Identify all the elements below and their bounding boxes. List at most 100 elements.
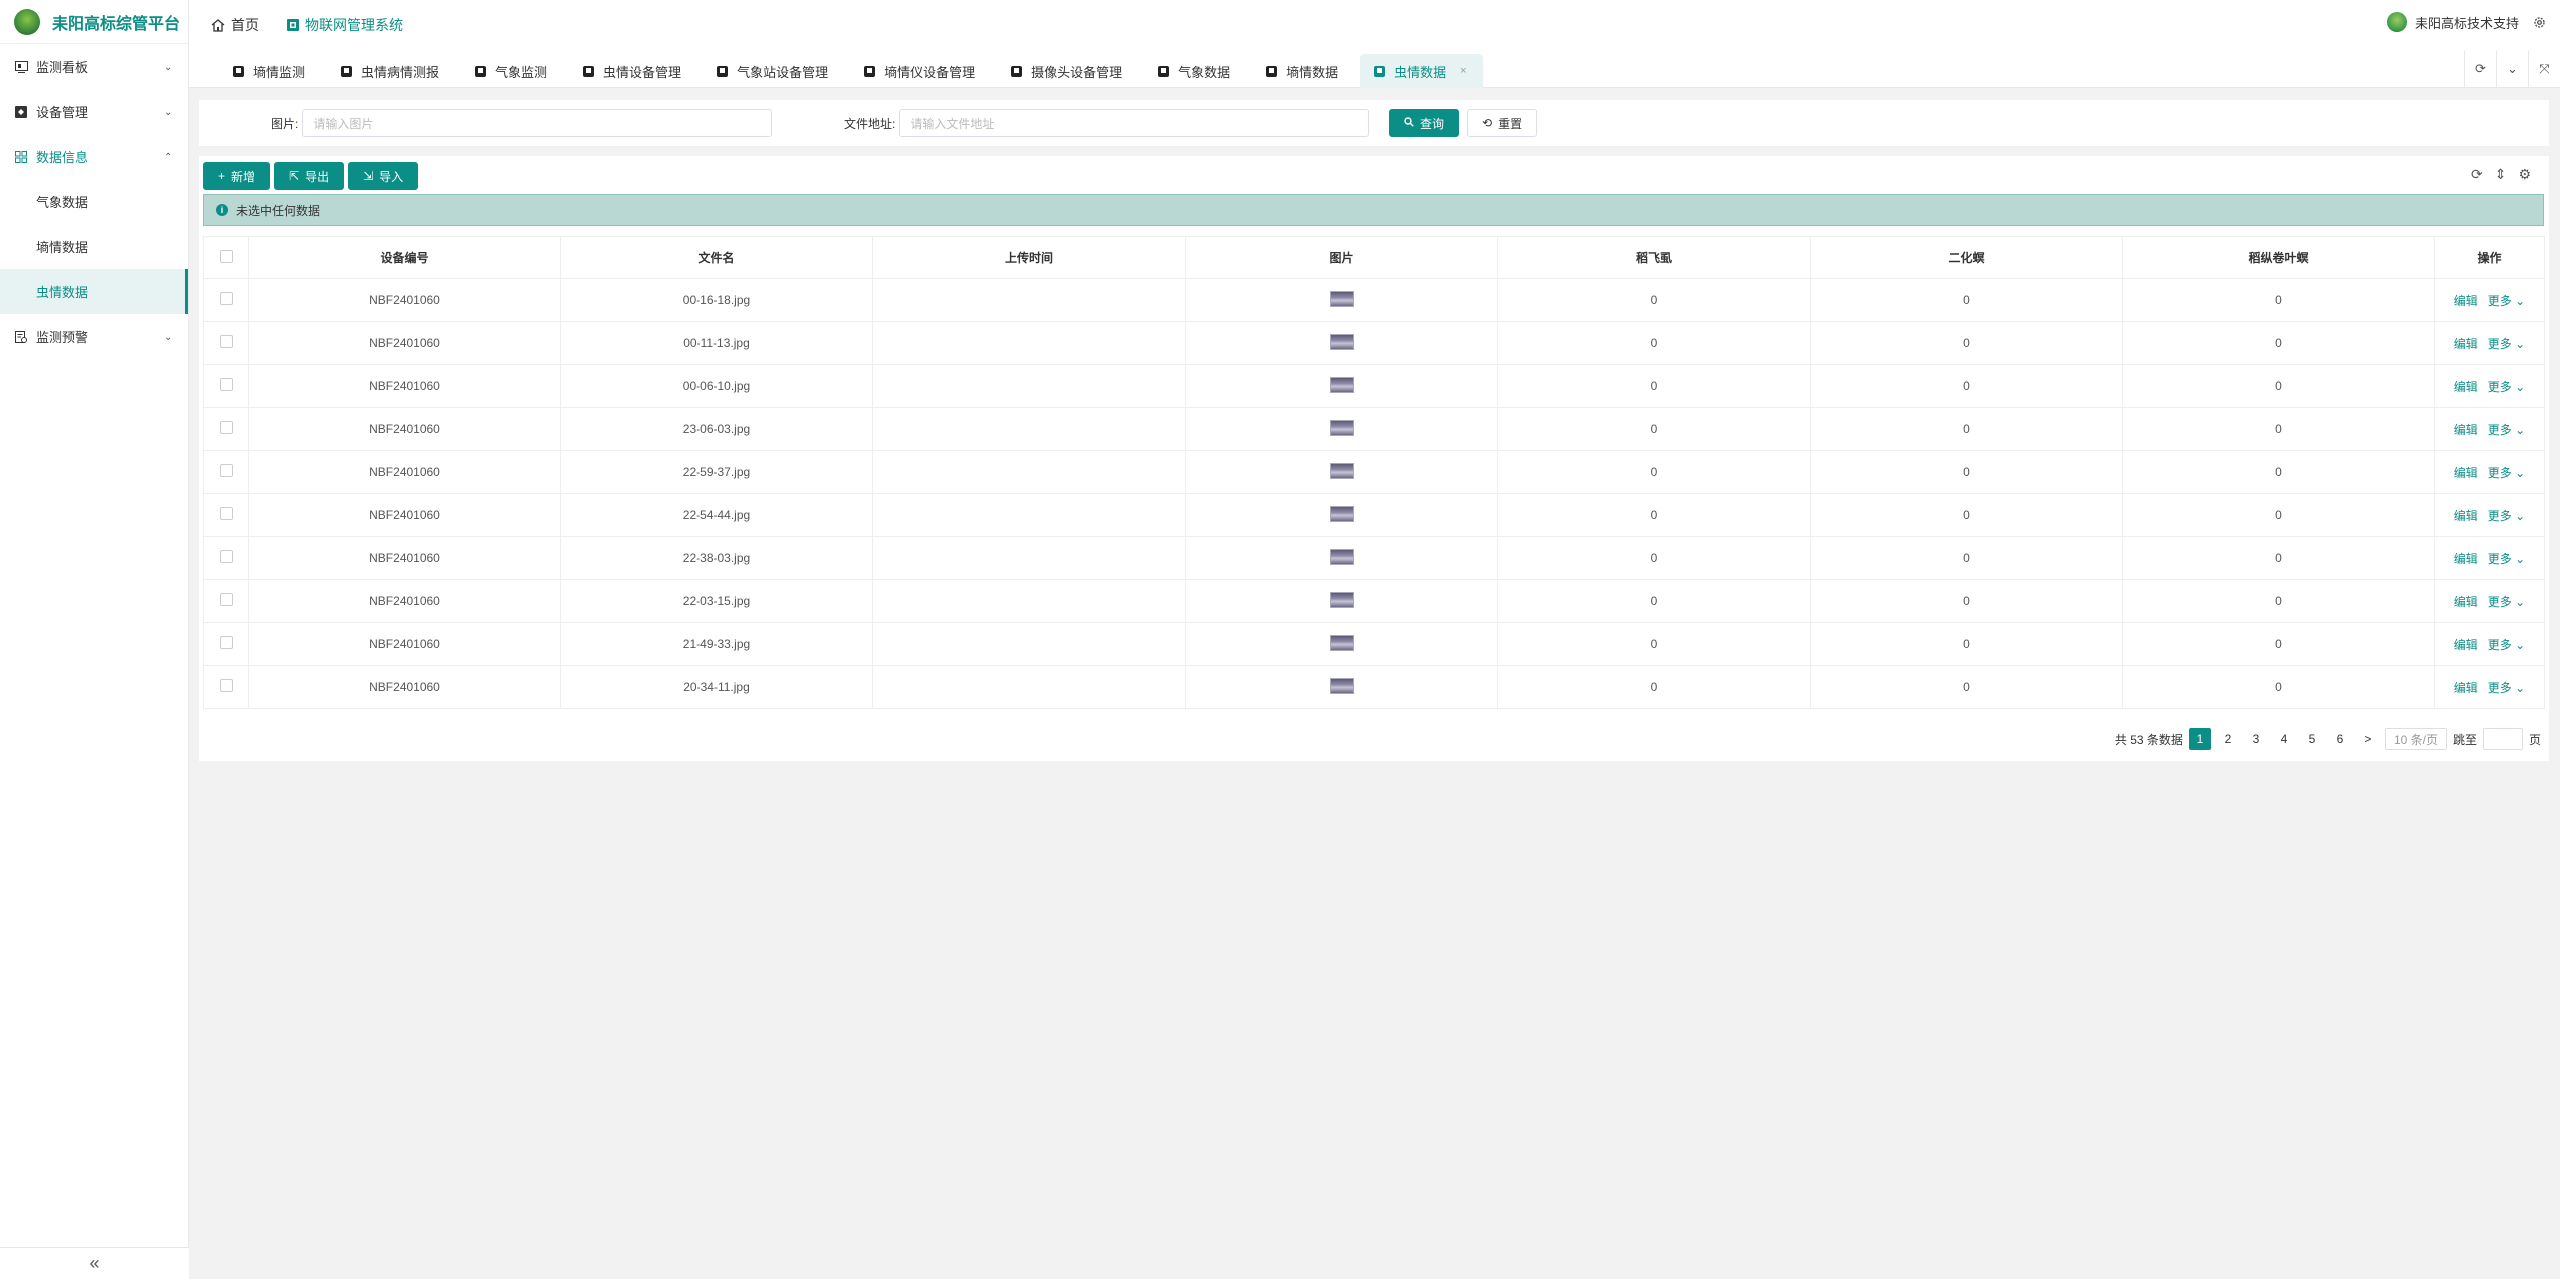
row-checkbox[interactable] — [219, 636, 233, 649]
row-checkbox[interactable] — [219, 679, 233, 692]
image-thumbnail[interactable] — [1329, 548, 1354, 565]
more-dropdown[interactable]: 更多 ⌄ — [2488, 423, 2525, 437]
next-page-icon[interactable]: > — [2357, 728, 2379, 750]
row-checkbox[interactable] — [219, 507, 233, 520]
page-button[interactable]: 1 — [2188, 728, 2211, 750]
leaf-roller-cell: 0 — [2122, 493, 2435, 537]
edit-link[interactable]: 编辑 — [2454, 380, 2478, 394]
fullscreen-icon[interactable]: ⤧ — [2528, 50, 2560, 88]
column-header[interactable]: 上传时间 — [872, 236, 1186, 279]
row-checkbox[interactable] — [219, 593, 233, 606]
sidebar-item-data[interactable]: 数据信息 ⌃ — [0, 134, 188, 179]
row-checkbox[interactable] — [219, 292, 233, 305]
refresh-icon[interactable]: ⟳ — [2471, 166, 2483, 183]
sidebar-collapse-button[interactable]: « — [0, 1247, 189, 1279]
row-checkbox[interactable] — [219, 378, 233, 391]
more-dropdown[interactable]: 更多 ⌄ — [2488, 466, 2525, 480]
tab-weather-data[interactable]: 气象数据 — [1144, 54, 1246, 88]
user-name[interactable]: 耒阳高标技术支持 — [2415, 13, 2519, 32]
sidebar-item-device[interactable]: 设备管理 ⌄ — [0, 89, 188, 134]
column-header[interactable]: 设备编号 — [248, 236, 561, 279]
tab-soil-device[interactable]: 墒情仪设备管理 — [850, 54, 991, 88]
page-button[interactable]: 4 — [2273, 728, 2295, 750]
image-thumbnail[interactable] — [1329, 505, 1354, 522]
image-thumbnail[interactable] — [1329, 462, 1354, 479]
edit-link[interactable]: 编辑 — [2454, 509, 2478, 523]
export-button[interactable]: ⇱ 导出 — [274, 162, 345, 190]
edit-link[interactable]: 编辑 — [2454, 638, 2478, 652]
column-height-icon[interactable]: ⇕ — [2495, 166, 2507, 183]
tab-camera-device[interactable]: 摄像头设备管理 — [997, 54, 1138, 88]
edit-link[interactable]: 编辑 — [2454, 337, 2478, 351]
page-button[interactable]: 2 — [2217, 728, 2239, 750]
more-dropdown[interactable]: 更多 ⌄ — [2488, 509, 2525, 523]
edit-link[interactable]: 编辑 — [2454, 466, 2478, 480]
column-header[interactable]: 稻纵卷叶螟 — [2122, 236, 2435, 279]
address-input[interactable]: 请输入文件地址 — [899, 109, 1370, 137]
row-checkbox[interactable] — [219, 421, 233, 434]
sidebar-item-warning[interactable]: 监测预警 ⌄ — [0, 314, 188, 359]
edit-link[interactable]: 编辑 — [2454, 595, 2478, 609]
tab-soil-data[interactable]: 墒情数据 — [1252, 54, 1354, 88]
tab-pest-data[interactable]: 虫情数据 × — [1360, 54, 1483, 88]
more-dropdown[interactable]: 更多 ⌄ — [2488, 552, 2525, 566]
chevron-down-icon[interactable]: ⌄ — [2496, 50, 2528, 88]
more-dropdown[interactable]: 更多 ⌄ — [2488, 595, 2525, 609]
more-dropdown[interactable]: 更多 ⌄ — [2488, 681, 2525, 695]
edit-link[interactable]: 编辑 — [2454, 681, 2478, 695]
edit-link[interactable]: 编辑 — [2454, 294, 2478, 308]
page-button[interactable]: 3 — [2245, 728, 2267, 750]
file-name-cell: 00-16-18.jpg — [560, 278, 873, 322]
edit-link[interactable]: 编辑 — [2454, 423, 2478, 437]
image-thumbnail[interactable] — [1329, 677, 1354, 694]
image-thumbnail[interactable] — [1329, 333, 1354, 350]
row-checkbox[interactable] — [219, 464, 233, 477]
header-nav-home[interactable]: 首页 — [211, 15, 259, 35]
image-thumbnail[interactable] — [1329, 419, 1354, 436]
more-dropdown[interactable]: 更多 ⌄ — [2488, 337, 2525, 351]
settings-icon[interactable] — [2533, 16, 2546, 29]
image-input[interactable]: 请输入图片 — [302, 109, 773, 137]
add-button[interactable]: + 新增 — [203, 162, 271, 190]
avatar[interactable] — [2386, 12, 2407, 32]
edit-link[interactable]: 编辑 — [2454, 552, 2478, 566]
sidebar-subitem-pest-data[interactable]: 虫情数据 — [0, 269, 188, 314]
column-header[interactable]: 稻飞虱 — [1497, 236, 1811, 279]
column-header[interactable]: 图片 — [1185, 236, 1498, 279]
query-button[interactable]: 查询 — [1389, 109, 1460, 137]
image-thumbnail[interactable] — [1329, 634, 1354, 651]
close-icon[interactable]: × — [1460, 65, 1466, 77]
sidebar-item-dashboard[interactable]: 监测看板 ⌄ — [0, 44, 188, 89]
page-button[interactable]: 6 — [2329, 728, 2351, 750]
tab-soil-monitor[interactable]: 墒情监测 — [219, 54, 321, 88]
tab-pest-device[interactable]: 虫情设备管理 — [569, 54, 697, 88]
reset-button[interactable]: ⟲ 重置 — [1467, 109, 1538, 137]
header-nav-iot-system[interactable]: 物联网管理系统 — [287, 15, 403, 35]
select-all-checkbox[interactable] — [219, 249, 233, 263]
column-header[interactable]: 文件名 — [560, 236, 873, 279]
image-thumbnail[interactable] — [1329, 591, 1354, 608]
image-thumbnail[interactable] — [1329, 290, 1354, 307]
more-dropdown[interactable]: 更多 ⌄ — [2488, 638, 2525, 652]
leaf-roller-cell: 0 — [2122, 622, 2435, 666]
more-dropdown[interactable]: 更多 ⌄ — [2488, 380, 2525, 394]
sidebar-subitem-weather-data[interactable]: 气象数据 — [0, 179, 188, 224]
device-id-cell: NBF2401060 — [248, 493, 561, 537]
tab-page-icon — [717, 65, 729, 77]
operation-cell: 编辑 更多 ⌄ — [2434, 493, 2545, 537]
tab-pest-report[interactable]: 虫情病情测报 — [327, 54, 455, 88]
sidebar-subitem-soil-data[interactable]: 墒情数据 — [0, 224, 188, 269]
row-checkbox[interactable] — [219, 335, 233, 348]
import-button[interactable]: ⇲ 导入 — [348, 162, 419, 190]
image-thumbnail[interactable] — [1329, 376, 1354, 393]
refresh-icon[interactable]: ⟳ — [2464, 50, 2496, 88]
column-header[interactable]: 二化螟 — [1810, 236, 2123, 279]
row-checkbox[interactable] — [219, 550, 233, 563]
page-jump-input[interactable] — [2482, 728, 2523, 750]
tab-weather-station-device[interactable]: 气象站设备管理 — [703, 54, 844, 88]
page-size-select[interactable]: 10 条/页 — [2384, 728, 2447, 750]
tab-weather-monitor[interactable]: 气象监测 — [461, 54, 563, 88]
more-dropdown[interactable]: 更多 ⌄ — [2488, 294, 2525, 308]
settings-icon[interactable]: ⚙ — [2518, 166, 2531, 183]
page-button[interactable]: 5 — [2301, 728, 2323, 750]
